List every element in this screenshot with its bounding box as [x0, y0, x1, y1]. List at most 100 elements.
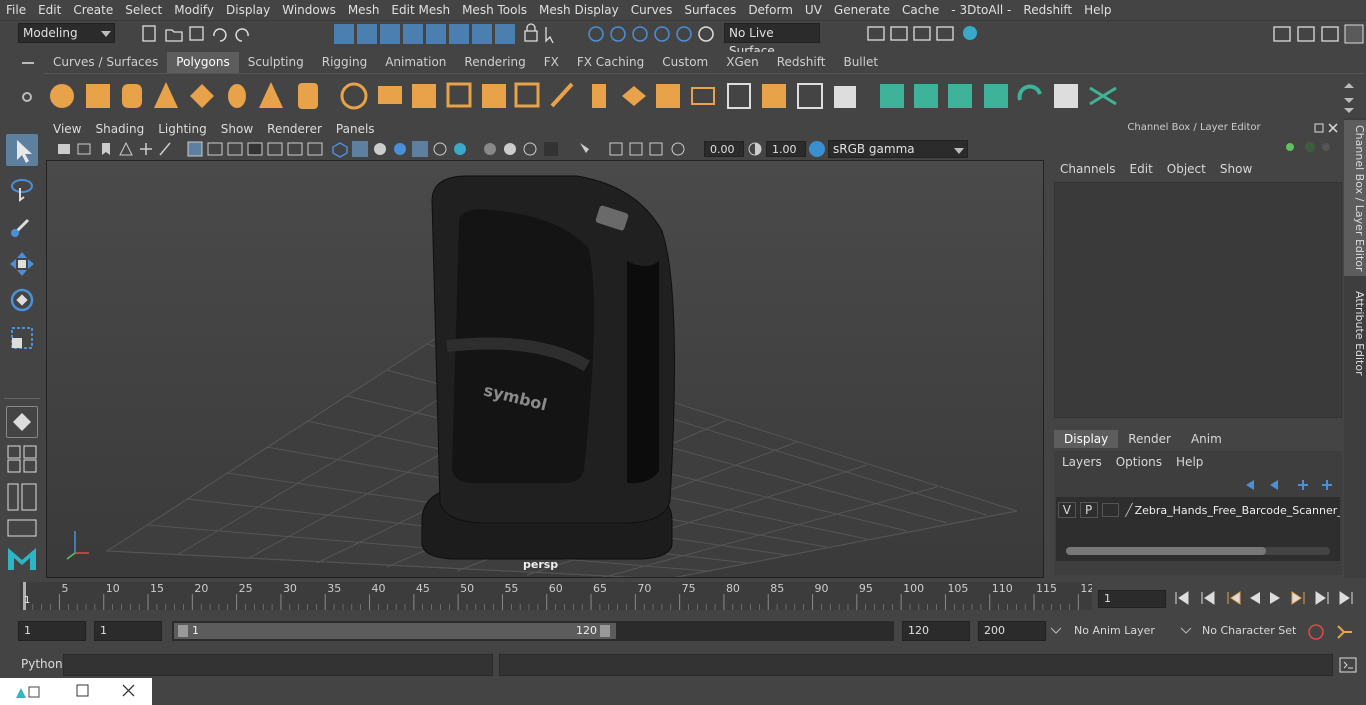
animation-start-field[interactable]: 1: [18, 621, 86, 641]
animation-end-field[interactable]: 200: [978, 621, 1046, 641]
viewport-menu-show[interactable]: Show: [214, 122, 260, 136]
playback-end-field[interactable]: 120: [902, 621, 970, 641]
range-handle-left[interactable]: [178, 625, 188, 637]
range-handle-right[interactable]: [600, 625, 610, 637]
color-space-dropdown[interactable]: sRGB gamma: [828, 140, 968, 158]
channel-box-list[interactable]: [1054, 182, 1342, 418]
shelf-tab-curves-surfaces[interactable]: Curves / Surfaces: [44, 52, 168, 73]
side-tab-channel-box[interactable]: Channel Box / Layer Editor: [1344, 120, 1366, 276]
menu-edit[interactable]: Edit: [32, 0, 67, 20]
panel-window-controls[interactable]: [1314, 122, 1340, 134]
lasso-tool-button[interactable]: [6, 174, 38, 206]
rotate-tool-button[interactable]: [6, 284, 38, 316]
viewport-toolbar-icons[interactable]: [56, 140, 686, 158]
shelf-tab-fx[interactable]: FX: [534, 52, 568, 73]
channel-box-mode-icons[interactable]: [1282, 140, 1332, 154]
viewport-menu-view[interactable]: View: [46, 122, 88, 136]
menu-surfaces[interactable]: Surfaces: [678, 0, 742, 20]
menu-select[interactable]: Select: [119, 0, 168, 20]
layer-tab-display[interactable]: Display: [1054, 430, 1119, 448]
select-tool-button[interactable]: [6, 134, 38, 166]
exposure-field[interactable]: 0.00: [704, 141, 744, 157]
close-icon[interactable]: [122, 684, 136, 698]
gamma-field[interactable]: 1.00: [766, 141, 806, 157]
shelf-icons[interactable]: [44, 74, 1354, 118]
shelf-tab-redshift[interactable]: Redshift: [767, 52, 835, 73]
maya-window-icon[interactable]: [14, 684, 44, 700]
layer-playback-toggle[interactable]: P: [1079, 502, 1098, 518]
menu-generate[interactable]: Generate: [828, 0, 896, 20]
layer-tab-anim[interactable]: Anim: [1181, 430, 1232, 448]
selection-mode-icons[interactable]: [332, 23, 562, 45]
workspace-icons[interactable]: [1270, 24, 1364, 44]
menu-file[interactable]: File: [0, 0, 32, 20]
menu-edit-mesh[interactable]: Edit Mesh: [385, 0, 456, 20]
layer-action-icons[interactable]: [1242, 477, 1338, 493]
file-actions-icons[interactable]: [140, 24, 260, 44]
outliner-layout-button[interactable]: [6, 482, 38, 512]
mode-selector[interactable]: Modeling: [18, 23, 115, 43]
move-tool-button[interactable]: [6, 248, 38, 280]
live-surface-field[interactable]: No Live Surface: [724, 23, 820, 58]
range-slider-handle[interactable]: 1 120: [174, 623, 616, 639]
command-input[interactable]: [63, 654, 493, 676]
playback-controls[interactable]: [1172, 588, 1362, 608]
viewport-menu-lighting[interactable]: Lighting: [151, 122, 214, 136]
menu-mesh-display[interactable]: Mesh Display: [533, 0, 625, 20]
shelf-tab-animation[interactable]: Animation: [376, 52, 456, 73]
channel-menu-object[interactable]: Object: [1167, 162, 1220, 176]
menu-uv[interactable]: UV: [799, 0, 828, 20]
current-frame-field[interactable]: 1: [1098, 590, 1166, 608]
menu-curves[interactable]: Curves: [625, 0, 679, 20]
script-editor-icon[interactable]: [1338, 656, 1358, 674]
shelf-tab-xgen[interactable]: XGen: [717, 52, 768, 73]
shelf-tab-sculpting[interactable]: Sculpting: [238, 52, 313, 73]
menu-mesh[interactable]: Mesh: [342, 0, 386, 20]
shelf-tab-polygons[interactable]: Polygons: [167, 52, 239, 73]
shelf-scroll-icons[interactable]: [1342, 80, 1356, 116]
chevron-down-icon[interactable]: [1180, 626, 1192, 636]
shelf-tab-custom[interactable]: Custom: [653, 52, 718, 73]
four-view-layout-button[interactable]: [6, 444, 38, 474]
menu-deform[interactable]: Deform: [742, 0, 799, 20]
layer-list-scrollbar[interactable]: [1066, 547, 1330, 555]
layer-menu-help[interactable]: Help: [1176, 455, 1203, 469]
single-perspective-layout-button[interactable]: [6, 406, 38, 438]
menu-create[interactable]: Create: [67, 0, 119, 20]
maximize-icon[interactable]: [76, 684, 90, 698]
shelf-settings-icon[interactable]: [22, 92, 32, 102]
graph-layout-button[interactable]: [6, 518, 38, 538]
layer-tab-render[interactable]: Render: [1118, 430, 1181, 448]
menu-redshift[interactable]: Redshift: [1017, 0, 1078, 20]
shelf-tab-bullet[interactable]: Bullet: [834, 52, 888, 73]
channel-menu-channels[interactable]: Channels: [1060, 162, 1130, 176]
layer-menu-options[interactable]: Options: [1116, 455, 1176, 469]
menu-help[interactable]: Help: [1078, 0, 1117, 20]
menu-display[interactable]: Display: [220, 0, 276, 20]
character-set-dropdown[interactable]: No Character Set: [1196, 621, 1300, 641]
menu-mesh-tools[interactable]: Mesh Tools: [456, 0, 533, 20]
shelf-tab-rigging[interactable]: Rigging: [312, 52, 377, 73]
color-management-icon[interactable]: [808, 140, 826, 158]
menu-3dtoall[interactable]: - 3DtoAll -: [945, 0, 1017, 20]
layer-name[interactable]: Zebra_Hands_Free_Barcode_Scanner_: [1135, 504, 1340, 517]
shelf-tab-rendering[interactable]: Rendering: [455, 52, 535, 73]
viewport-menu-panels[interactable]: Panels: [329, 122, 382, 136]
time-slider[interactable]: 5 10 15 20 25 30 35 40 45 50 55 60 65 70 75 80 85 90 95 100…: [20, 580, 1094, 610]
layer-menu-layers[interactable]: Layers: [1062, 455, 1116, 469]
viewport-menu-renderer[interactable]: Renderer: [260, 122, 329, 136]
shelf-menu-icon[interactable]: [22, 62, 34, 64]
snap-icons[interactable]: [585, 23, 720, 45]
paint-select-tool-button[interactable]: [6, 210, 38, 242]
layer-row[interactable]: V P ╱ Zebra_Hands_Free_Barcode_Scanner_: [1058, 501, 1340, 519]
playback-start-field[interactable]: 1: [94, 621, 162, 641]
perspective-viewport[interactable]: symbol persp: [46, 160, 1044, 578]
chevron-down-icon[interactable]: [1050, 626, 1062, 636]
channel-menu-show[interactable]: Show: [1220, 162, 1252, 176]
layer-visibility-toggle[interactable]: V: [1058, 502, 1076, 518]
layer-color-swatch[interactable]: [1101, 503, 1120, 517]
command-language-label[interactable]: Python: [21, 657, 63, 671]
channel-menu-edit[interactable]: Edit: [1130, 162, 1167, 176]
viewport-menu-shading[interactable]: Shading: [88, 122, 151, 136]
menu-windows[interactable]: Windows: [276, 0, 342, 20]
